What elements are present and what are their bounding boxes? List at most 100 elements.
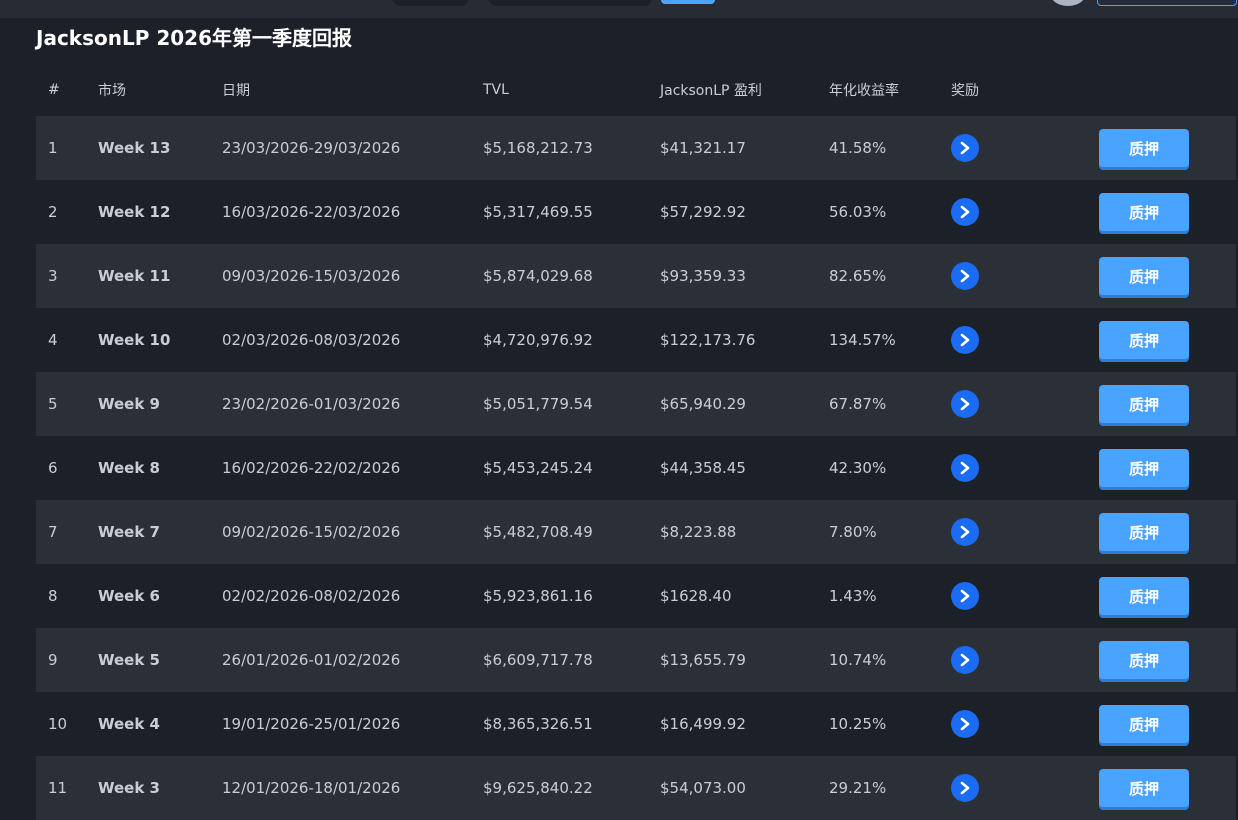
row-profit: $122,173.76 (660, 331, 756, 349)
row-action-cell: 质押 (1099, 513, 1236, 551)
stake-button[interactable]: 质押 (1099, 641, 1189, 679)
reward-token-icon[interactable] (951, 582, 979, 610)
table-row: 6 Week 8 16/02/2026-22/02/2026 $5,453,24… (36, 436, 1236, 500)
table-row: 2 Week 12 16/03/2026-22/03/2026 $5,317,4… (36, 180, 1236, 244)
header-number: # (48, 82, 60, 98)
row-tvl: $5,051,779.54 (483, 395, 593, 413)
reward-token-icon[interactable] (951, 710, 979, 738)
nav-outline-button[interactable] (1097, 0, 1237, 6)
row-date: 12/01/2026-18/01/2026 (222, 779, 401, 797)
row-date: 09/02/2026-15/02/2026 (222, 523, 401, 541)
row-number: 6 (48, 459, 58, 477)
row-tvl: $4,720,976.92 (483, 331, 593, 349)
stake-button[interactable]: 质押 (1099, 769, 1189, 807)
row-market: Week 12 (98, 203, 171, 221)
table-row: 7 Week 7 09/02/2026-15/02/2026 $5,482,70… (36, 500, 1236, 564)
stake-button[interactable]: 质押 (1099, 257, 1189, 295)
reward-token-icon[interactable] (951, 774, 979, 802)
row-number: 5 (48, 395, 58, 413)
row-apr: 41.58% (829, 139, 887, 157)
row-apr: 56.03% (829, 203, 887, 221)
row-date: 16/03/2026-22/03/2026 (222, 203, 401, 221)
row-reward (951, 582, 1099, 610)
stake-button[interactable]: 质押 (1099, 705, 1189, 743)
header-apr: 年化收益率 (829, 83, 899, 99)
top-nav-bar (0, 0, 1238, 18)
stake-button[interactable]: 质押 (1099, 577, 1189, 615)
header-date: 日期 (222, 83, 250, 99)
header-profit: JacksonLP 盈利 (660, 83, 762, 99)
row-reward (951, 518, 1099, 546)
stake-button[interactable]: 质押 (1099, 193, 1189, 231)
stake-button[interactable]: 质押 (1099, 513, 1189, 551)
row-reward (951, 198, 1099, 226)
page-title: JacksonLP 2026年第一季度回报 (36, 26, 353, 50)
row-apr: 7.80% (829, 523, 877, 541)
row-date: 26/01/2026-01/02/2026 (222, 651, 401, 669)
header-tvl: TVL (483, 82, 509, 98)
row-reward (951, 390, 1099, 418)
row-action-cell: 质押 (1099, 257, 1236, 295)
row-market: Week 11 (98, 267, 171, 285)
row-date: 23/03/2026-29/03/2026 (222, 139, 401, 157)
table-body: 1 Week 13 23/03/2026-29/03/2026 $5,168,2… (36, 116, 1236, 820)
row-reward (951, 134, 1099, 162)
reward-token-icon[interactable] (951, 454, 979, 482)
row-apr: 1.43% (829, 587, 877, 605)
stake-button[interactable]: 质押 (1099, 129, 1189, 167)
row-tvl: $5,453,245.24 (483, 459, 593, 477)
row-market: Week 9 (98, 395, 160, 413)
table-row: 4 Week 10 02/03/2026-08/03/2026 $4,720,9… (36, 308, 1236, 372)
row-market: Week 4 (98, 715, 160, 733)
stake-button[interactable]: 质押 (1099, 321, 1189, 359)
row-apr: 82.65% (829, 267, 887, 285)
row-profit: $93,359.33 (660, 267, 746, 285)
nav-search[interactable] (489, 0, 652, 6)
row-tvl: $5,317,469.55 (483, 203, 593, 221)
row-number: 11 (48, 779, 68, 797)
nav-button[interactable] (661, 0, 715, 4)
table-row: 3 Week 11 09/03/2026-15/03/2026 $5,874,0… (36, 244, 1236, 308)
row-profit: $41,321.17 (660, 139, 746, 157)
avatar[interactable] (1050, 0, 1086, 6)
table-row: 5 Week 9 23/02/2026-01/03/2026 $5,051,77… (36, 372, 1236, 436)
table-header: # 市场 日期 TVL JacksonLP 盈利 年化收益率 奖励 (36, 64, 1236, 116)
row-date: 02/03/2026-08/03/2026 (222, 331, 401, 349)
row-market: Week 13 (98, 139, 171, 157)
reward-token-icon[interactable] (951, 326, 979, 354)
row-action-cell: 质押 (1099, 449, 1236, 487)
row-number: 2 (48, 203, 58, 221)
reward-token-icon[interactable] (951, 390, 979, 418)
stake-button[interactable]: 质押 (1099, 385, 1189, 423)
row-tvl: $5,874,029.68 (483, 267, 593, 285)
returns-table: # 市场 日期 TVL JacksonLP 盈利 年化收益率 奖励 1 Week… (36, 64, 1236, 820)
row-action-cell: 质押 (1099, 705, 1236, 743)
row-market: Week 5 (98, 651, 160, 669)
row-apr: 10.25% (829, 715, 887, 733)
row-number: 1 (48, 139, 58, 157)
row-tvl: $6,609,717.78 (483, 651, 593, 669)
row-action-cell: 质押 (1099, 193, 1236, 231)
stake-button[interactable]: 质押 (1099, 449, 1189, 487)
row-number: 10 (48, 715, 68, 733)
row-apr: 10.74% (829, 651, 887, 669)
table-row: 9 Week 5 26/01/2026-01/02/2026 $6,609,71… (36, 628, 1236, 692)
row-date: 23/02/2026-01/03/2026 (222, 395, 401, 413)
table-row: 1 Week 13 23/03/2026-29/03/2026 $5,168,2… (36, 116, 1236, 180)
row-profit: $8,223.88 (660, 523, 737, 541)
row-action-cell: 质押 (1099, 129, 1236, 167)
header-reward: 奖励 (951, 83, 979, 99)
reward-token-icon[interactable] (951, 518, 979, 546)
nav-pill[interactable] (393, 0, 469, 6)
reward-token-icon[interactable] (951, 646, 979, 674)
row-date: 02/02/2026-08/02/2026 (222, 587, 401, 605)
row-apr: 134.57% (829, 331, 896, 349)
row-apr: 29.21% (829, 779, 887, 797)
reward-token-icon[interactable] (951, 134, 979, 162)
row-profit: $44,358.45 (660, 459, 746, 477)
row-profit: $57,292.92 (660, 203, 746, 221)
reward-token-icon[interactable] (951, 198, 979, 226)
row-number: 7 (48, 523, 58, 541)
row-profit: $13,655.79 (660, 651, 746, 669)
reward-token-icon[interactable] (951, 262, 979, 290)
